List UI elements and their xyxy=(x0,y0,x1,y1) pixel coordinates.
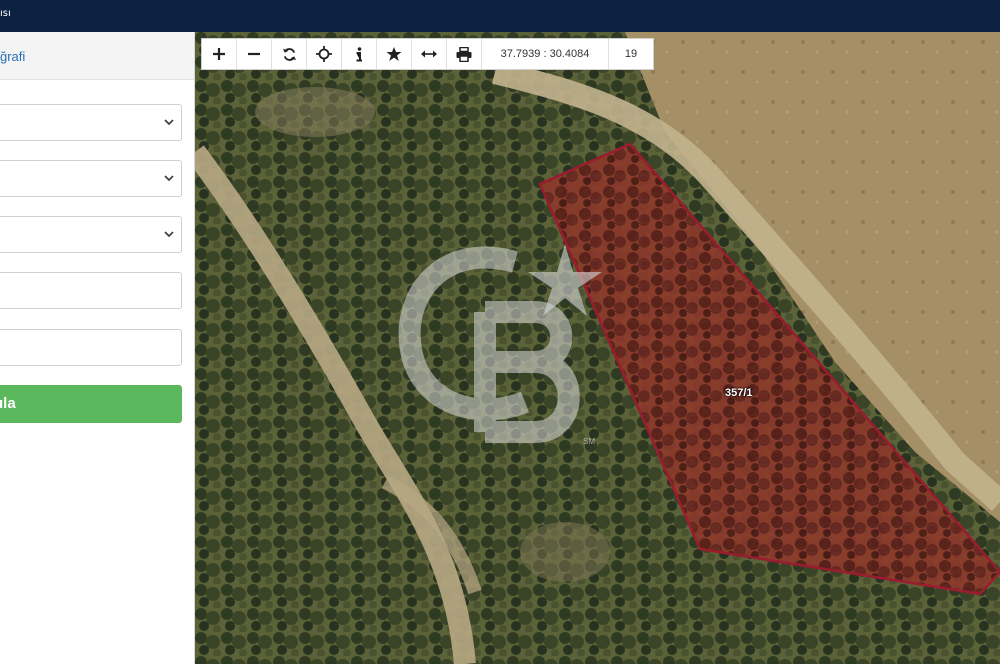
select-field-1[interactable] xyxy=(0,104,182,141)
text-input-1[interactable] xyxy=(0,272,182,309)
cb-watermark-logo: SM xyxy=(398,244,602,446)
zoom-out-icon xyxy=(248,52,260,56)
info-icon xyxy=(356,46,362,61)
query-submit-button[interactable]: ula xyxy=(0,385,182,423)
favorite-button[interactable] xyxy=(377,39,412,69)
select-field-2[interactable] xyxy=(0,160,182,197)
coordinates-readout: 37.7939 : 30.4084 xyxy=(482,39,609,69)
refresh-button[interactable] xyxy=(272,39,307,69)
sidebar-header-label[interactable]: ğrafi xyxy=(0,49,25,64)
zoom-out-button[interactable] xyxy=(237,39,272,69)
zoom-level-readout: 19 xyxy=(624,48,638,60)
locate-icon xyxy=(316,46,332,62)
parcel-label[interactable]: 357/1 xyxy=(725,387,753,399)
topbar-text: ısı xyxy=(0,8,11,19)
print-button[interactable] xyxy=(447,39,482,69)
measure-icon xyxy=(421,50,437,58)
sidebar-header[interactable]: ğrafi xyxy=(0,32,194,80)
refresh-icon xyxy=(282,47,296,61)
print-icon xyxy=(456,46,472,62)
info-button[interactable] xyxy=(342,39,377,69)
map-toolbar: 37.7939 : 30.4084 19 xyxy=(201,38,654,70)
sidebar-panel: ğrafi ula xyxy=(0,32,195,664)
chevron-down-icon xyxy=(164,119,174,126)
zoom-in-icon xyxy=(213,48,225,60)
chevron-down-icon xyxy=(164,175,174,182)
map-canvas[interactable]: SM 357/1 37.7939 : 30.4084 19 xyxy=(195,32,1000,664)
text-input-2[interactable] xyxy=(0,329,182,366)
star-icon xyxy=(386,47,402,61)
submit-label: ula xyxy=(0,395,16,412)
locate-button[interactable] xyxy=(307,39,342,69)
zoom-in-button[interactable] xyxy=(202,39,237,69)
chevron-down-icon xyxy=(164,231,174,238)
top-navigation-bar: ısı xyxy=(0,0,1000,32)
measure-button[interactable] xyxy=(412,39,447,69)
select-field-3[interactable] xyxy=(0,216,182,253)
watermark-sub: SM xyxy=(583,437,595,446)
